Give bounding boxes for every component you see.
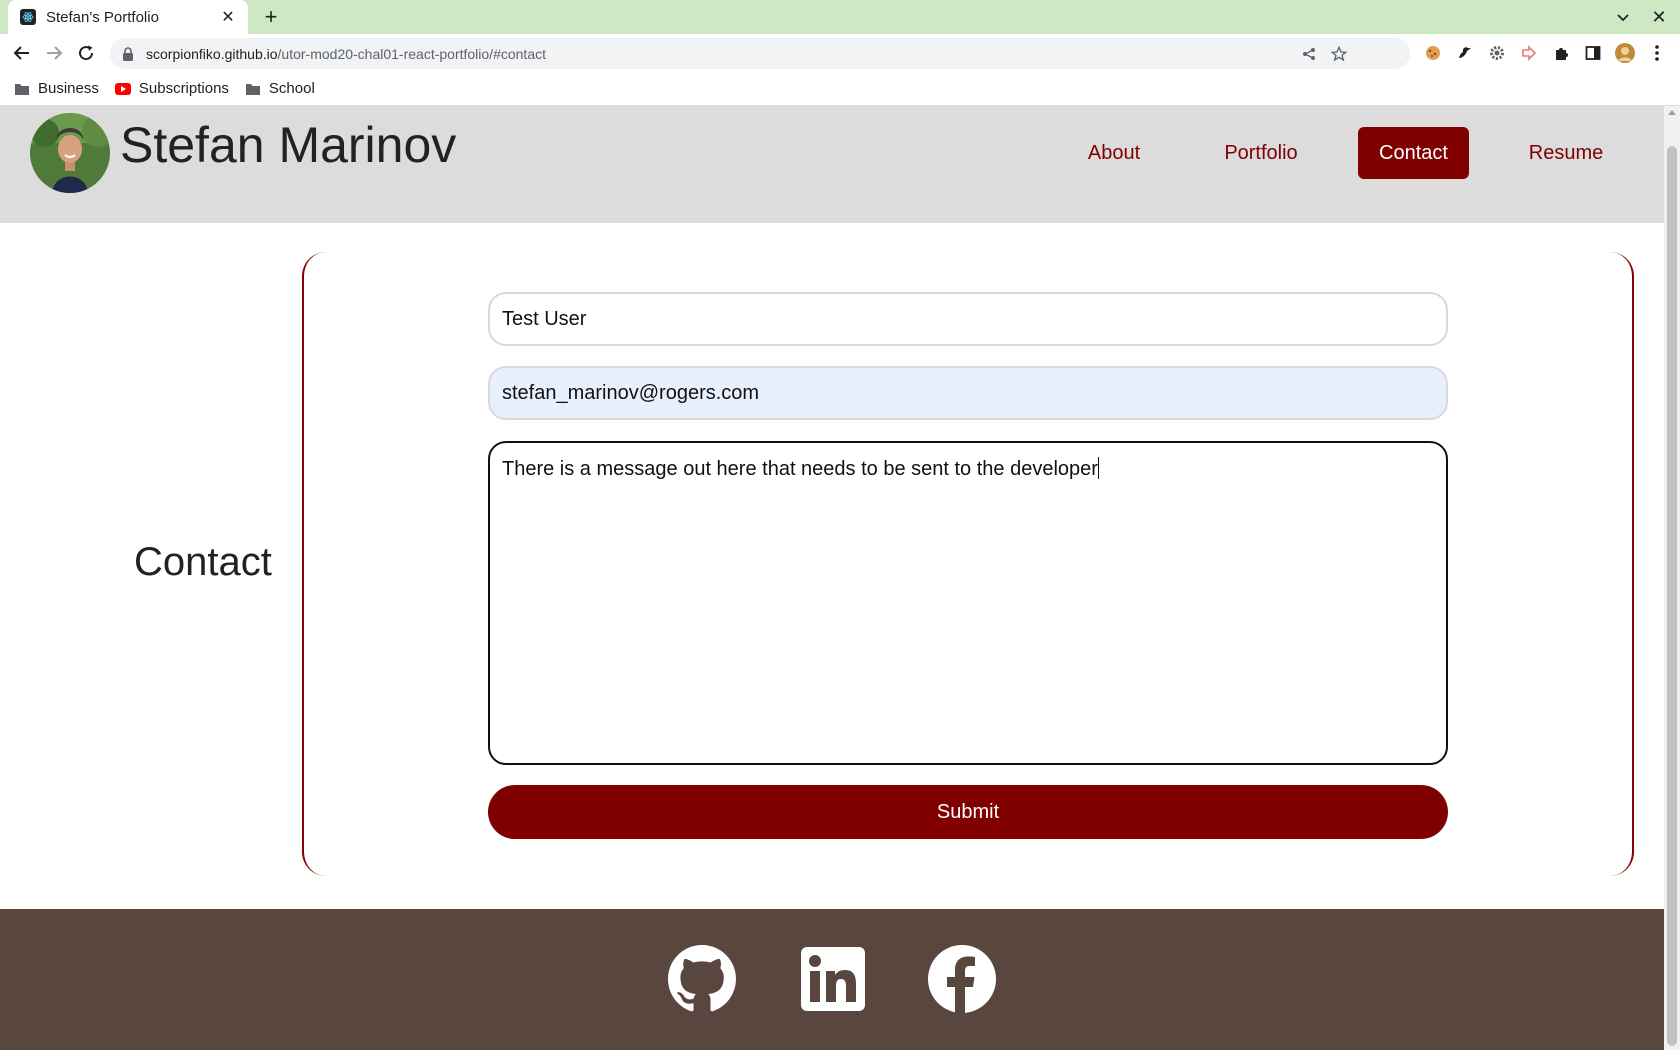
bird-extension-icon[interactable] [1455,43,1475,63]
window-close-icon[interactable]: ✕ [1648,6,1670,28]
tab-close-icon[interactable]: ✕ [218,7,238,27]
url-text: scorpionfiko.github.io/utor-mod20-chal01… [146,45,546,62]
linkedin-icon[interactable] [799,945,867,1013]
site-header: Stefan Marinov About Portfolio Contact R… [0,106,1664,223]
nav-about[interactable]: About [1064,127,1164,179]
lock-icon [122,46,136,61]
message-textarea[interactable]: There is a message out here that needs t… [488,441,1448,765]
text-caret [1097,457,1099,479]
bookmark-subscriptions[interactable]: Subscriptions [114,80,229,97]
cookie-extension-icon[interactable] [1423,43,1443,63]
puzzle-extensions-icon[interactable] [1551,43,1571,63]
reload-icon[interactable] [74,41,98,65]
new-tab-button[interactable]: + [258,4,284,30]
back-arrow-icon[interactable] [10,41,34,65]
forward-arrow-icon[interactable] [42,41,66,65]
submit-button[interactable]: Submit [488,785,1448,839]
folder-icon [14,81,30,97]
bookmark-school[interactable]: School [245,80,315,97]
nav-resume[interactable]: Resume [1511,127,1621,179]
name-input[interactable]: Test User [488,292,1448,346]
arrow-extension-icon[interactable] [1519,43,1539,63]
page-viewport: Stefan Marinov About Portfolio Contact R… [0,106,1664,1050]
react-favicon-icon [20,9,36,25]
site-title: Stefan Marinov [120,117,457,173]
bookmarks-bar: Business Subscriptions School [0,72,1680,106]
facebook-icon[interactable] [928,945,996,1013]
youtube-icon [114,81,131,97]
side-panel-icon[interactable] [1583,43,1603,63]
nav-portfolio[interactable]: Portfolio [1206,127,1316,179]
github-icon[interactable] [668,945,736,1013]
nav-contact[interactable]: Contact [1358,127,1469,179]
profile-photo [30,113,110,193]
bookmark-label: Subscriptions [138,80,229,97]
email-input[interactable]: stefan_marinov@rogers.com [488,366,1448,420]
page-scrollbar[interactable] [1664,106,1680,1050]
browser-menu-icon[interactable] [1647,43,1667,63]
bookmark-label: Business [38,80,99,97]
contact-heading: Contact [134,540,272,584]
share-icon[interactable] [1300,45,1318,63]
browser-toolbar: scorpionfiko.github.io/utor-mod20-chal01… [0,34,1680,72]
address-bar[interactable]: scorpionfiko.github.io/utor-mod20-chal01… [110,38,1410,69]
message-text: There is a message out here that needs t… [502,458,1098,480]
bookmark-star-icon[interactable] [1330,45,1348,63]
scroll-up-arrow-icon[interactable] [1668,110,1676,115]
browser-tab[interactable]: Stefan's Portfolio ✕ [8,0,248,34]
gear-extension-icon[interactable] [1487,43,1507,63]
bookmark-business[interactable]: Business [14,80,99,97]
tab-title: Stefan's Portfolio [46,8,159,26]
folder-icon [245,81,261,97]
profile-avatar-icon[interactable] [1615,43,1635,63]
tab-search-chevron-icon[interactable] [1612,6,1634,28]
site-footer [0,909,1664,1050]
browser-tab-strip: Stefan's Portfolio ✕ + ✕ [0,0,1680,34]
bookmark-label: School [268,80,315,97]
scroll-thumb[interactable] [1667,146,1677,1046]
